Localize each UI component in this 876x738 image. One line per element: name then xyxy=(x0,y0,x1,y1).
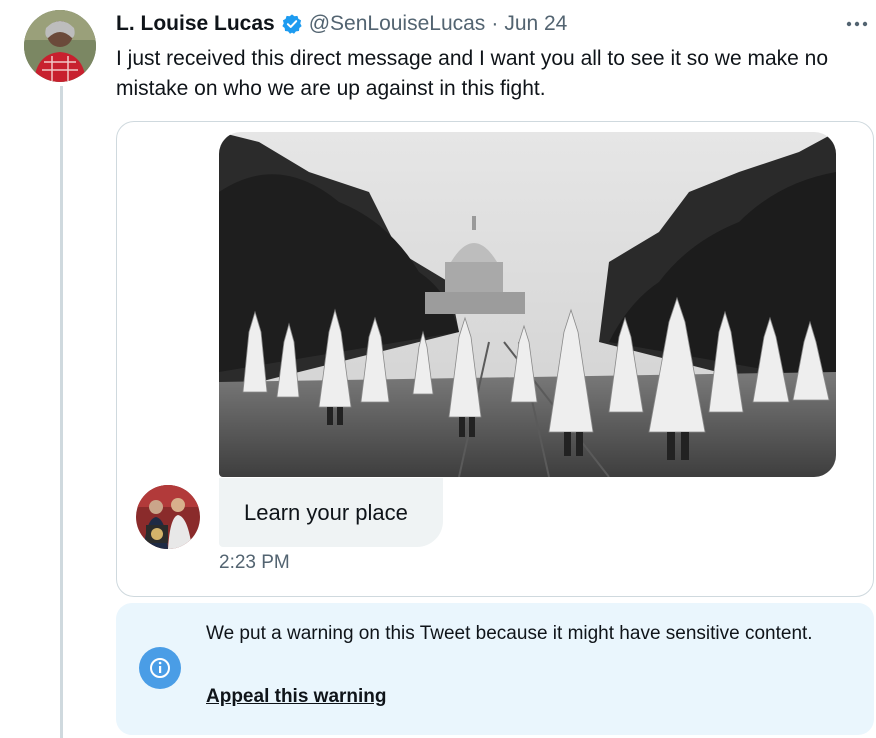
author-avatar[interactable] xyxy=(24,10,96,82)
author-handle[interactable]: @SenLouiseLucas xyxy=(309,12,486,36)
warning-message: We put a warning on this Tweet because i… xyxy=(206,623,813,644)
dm-message-text: Learn your place xyxy=(244,499,408,525)
dm-message-bubble: Learn your place xyxy=(219,478,443,547)
tweet-date[interactable]: Jun 24 xyxy=(504,12,567,36)
more-horizontal-icon xyxy=(846,21,868,27)
verified-badge-icon xyxy=(281,13,303,35)
thread-connector-line xyxy=(60,86,63,738)
appeal-warning-link[interactable]: Appeal this warning xyxy=(206,686,387,708)
tweet-text: I just received this direct message and … xyxy=(116,47,829,100)
header-separator: · xyxy=(491,12,499,35)
dm-photo-image xyxy=(219,132,836,477)
author-display-name[interactable]: L. Louise Lucas xyxy=(116,12,275,36)
more-options-button[interactable] xyxy=(842,12,872,36)
dm-sender-avatar xyxy=(136,485,200,549)
dm-timestamp: 2:23 PM xyxy=(219,552,290,573)
info-icon xyxy=(139,647,181,689)
tweet-header: L. Louise Lucas @SenLouiseLucas · Jun 24 xyxy=(116,10,856,38)
